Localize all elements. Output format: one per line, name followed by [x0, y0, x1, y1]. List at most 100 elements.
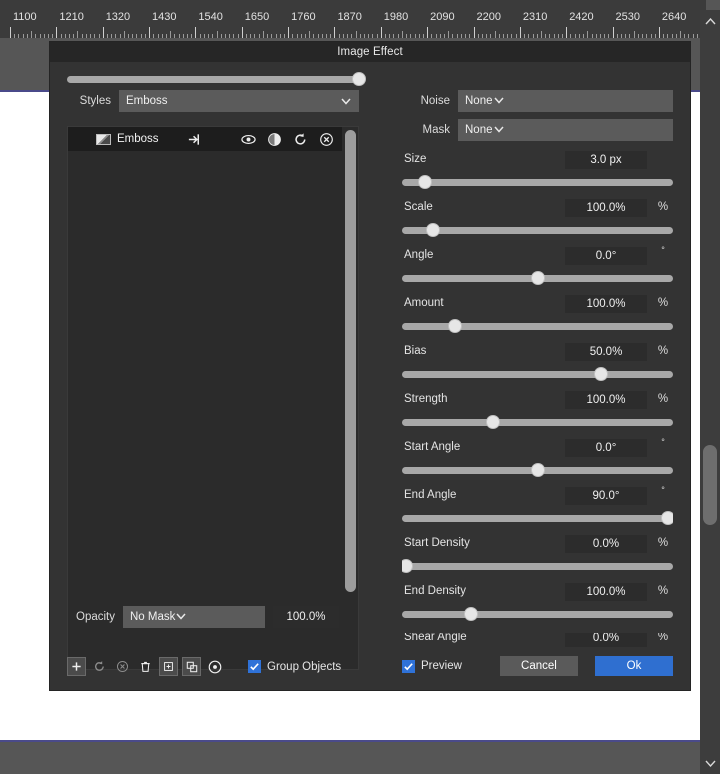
slider[interactable]: [402, 415, 673, 429]
horizontal-ruler[interactable]: 1100121013201430154016501760187019802090…: [0, 10, 706, 38]
opacity-slider-knob[interactable]: [352, 72, 366, 86]
slider-value: 0.0°: [596, 442, 617, 454]
ruler-tick: [56, 27, 57, 38]
dialog-title-bar[interactable]: Image Effect: [50, 42, 690, 62]
preview-checkbox[interactable]: Preview: [402, 660, 462, 673]
slider[interactable]: [402, 559, 673, 573]
slider[interactable]: [402, 463, 673, 477]
slider-value-field[interactable]: 0.0%: [565, 535, 647, 553]
ruler-tick: [246, 34, 247, 38]
slider-header: End Density100.0%%: [402, 585, 673, 603]
ruler-tick: [132, 34, 133, 38]
reset-icon[interactable]: [293, 132, 308, 147]
visibility-eye-icon[interactable]: [241, 132, 256, 147]
ruler-tick: [372, 34, 373, 38]
slider-unit: %: [653, 393, 673, 405]
slider[interactable]: [402, 607, 673, 621]
noise-select[interactable]: None: [458, 90, 673, 112]
window-vertical-scrollbar[interactable]: [700, 10, 720, 774]
slider-knob[interactable]: [531, 463, 545, 477]
slider-value-field[interactable]: 3.0 px: [565, 151, 647, 169]
slider-knob[interactable]: [448, 319, 462, 333]
slider-value-field[interactable]: 90.0°: [565, 487, 647, 505]
dialog-body: Styles Emboss Emboss: [50, 62, 690, 690]
ruler-tick: [153, 34, 154, 38]
enter-icon[interactable]: [187, 132, 202, 147]
delete-icon[interactable]: [136, 657, 155, 676]
slider[interactable]: [402, 367, 673, 381]
ruler-tick: [537, 34, 538, 38]
slider-value-field[interactable]: 100.0%: [565, 199, 647, 217]
ruler-label: 2310: [523, 11, 547, 23]
slider-value-field[interactable]: 0.0°: [565, 439, 647, 457]
slider-value: 0.0°: [596, 250, 617, 262]
disable-icon[interactable]: [113, 657, 132, 676]
slider-knob[interactable]: [418, 175, 432, 189]
slider-knob[interactable]: [594, 367, 608, 381]
mask-sphere-icon[interactable]: [267, 132, 282, 147]
styles-select[interactable]: Emboss: [119, 90, 359, 112]
document-canvas-lower[interactable]: [0, 704, 700, 740]
slider-knob[interactable]: [661, 511, 673, 525]
slider-value-field[interactable]: 50.0%: [565, 343, 647, 361]
ruler-tick: [61, 34, 62, 38]
reset-icon[interactable]: [90, 657, 109, 676]
ruler-tick: [655, 34, 656, 38]
slider-header: Start Angle0.0°°: [402, 441, 673, 459]
effect-layer-list[interactable]: Emboss: [67, 126, 359, 670]
slider[interactable]: [402, 271, 673, 285]
ruler-tick: [638, 34, 639, 38]
ruler-tick: [170, 31, 171, 38]
scrollbar-thumb[interactable]: [703, 445, 717, 525]
slider-knob[interactable]: [486, 415, 500, 429]
slider-value-field[interactable]: 100.0%: [565, 391, 647, 409]
ruler-tick: [318, 34, 319, 38]
layer-row[interactable]: Emboss: [68, 127, 342, 151]
group-objects-checkbox[interactable]: Group Objects: [248, 660, 341, 673]
slider-value: 100.0%: [586, 394, 625, 406]
cancel-button[interactable]: Cancel: [500, 656, 578, 676]
ok-button[interactable]: Ok: [595, 656, 673, 676]
slider-value-field[interactable]: 100.0%: [565, 295, 647, 313]
clipped-slider-value-field[interactable]: 0.0%: [565, 633, 647, 647]
slider-knob[interactable]: [402, 559, 413, 573]
opacity-value: 100.0%: [286, 611, 325, 623]
scroll-down-arrow[interactable]: [700, 752, 720, 774]
opacity-mask-select[interactable]: No Mask: [123, 606, 265, 628]
slider[interactable]: [402, 511, 673, 525]
slider-value-field[interactable]: 0.0°: [565, 247, 647, 265]
ruler-tick: [10, 27, 11, 38]
slider-value: 90.0°: [593, 490, 620, 502]
ruler-tick: [334, 27, 335, 38]
ruler-tick: [73, 34, 74, 38]
slider-track: [402, 371, 673, 378]
add-icon[interactable]: [67, 657, 86, 676]
ruler-ticks: [0, 26, 706, 38]
opacity-value-field[interactable]: 100.0%: [273, 606, 339, 628]
slider-knob[interactable]: [426, 223, 440, 237]
mask-select[interactable]: None: [458, 119, 673, 141]
opacity-slider[interactable]: [67, 72, 359, 86]
ruler-tick: [238, 34, 239, 38]
slider-group: Size3.0 px: [402, 153, 673, 189]
ruler-tick: [343, 34, 344, 38]
slider[interactable]: [402, 319, 673, 333]
ruler-tick: [381, 27, 382, 38]
slider-group: End Angle90.0°°: [402, 489, 673, 525]
ruler-tick: [533, 34, 534, 38]
slider-knob[interactable]: [531, 271, 545, 285]
record-icon[interactable]: [205, 657, 224, 676]
ruler-tick: [663, 34, 664, 38]
slider-knob[interactable]: [464, 607, 478, 621]
ruler-tick: [48, 34, 49, 38]
layer-list-scrollbar-thumb[interactable]: [345, 130, 356, 592]
remove-x-icon[interactable]: [319, 132, 334, 147]
slider[interactable]: [402, 175, 673, 189]
slider-value-field[interactable]: 100.0%: [565, 583, 647, 601]
slider[interactable]: [402, 223, 673, 237]
duplicate-icon[interactable]: [159, 657, 178, 676]
copy-icon[interactable]: [182, 657, 201, 676]
scroll-up-arrow[interactable]: [700, 10, 720, 32]
slider-group: Start Angle0.0°°: [402, 441, 673, 477]
layer-list-scrollbar[interactable]: [345, 130, 356, 666]
